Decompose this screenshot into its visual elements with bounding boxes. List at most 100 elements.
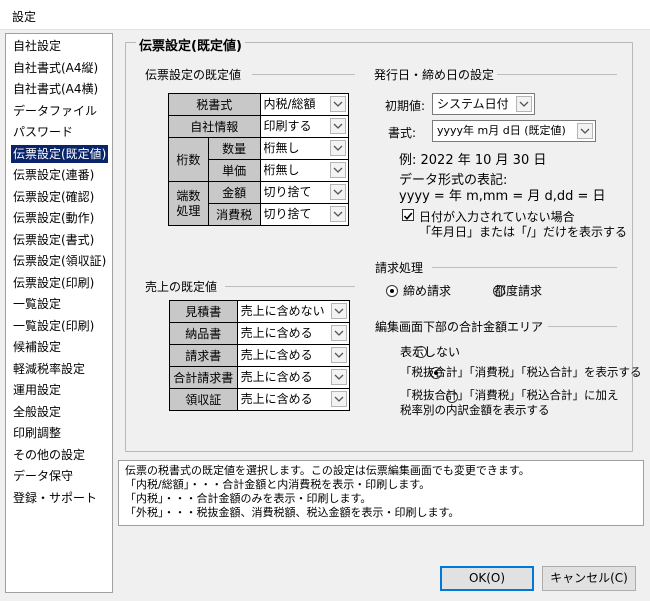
billing-closing-radio[interactable] <box>386 284 398 297</box>
totals-breakdown-label-line2: 税率別の内訳金額を表示する <box>400 403 550 417</box>
totals-area-heading: 編集画面下部の合計金額エリア <box>375 320 544 334</box>
chevron-down-icon[interactable] <box>330 206 346 222</box>
sales-row-value: 売上に含める <box>240 370 313 384</box>
company-info-select[interactable]: 印刷する <box>259 115 349 138</box>
sales-row-label: 納品書 <box>169 322 238 345</box>
sales-row-select[interactable]: 売上に含める <box>236 388 351 411</box>
sidebar-item[interactable]: 伝票設定(動作) <box>11 209 96 227</box>
company-info-label: 自社情報 <box>168 115 261 138</box>
sidebar-item[interactable]: 伝票設定(書式) <box>11 231 96 249</box>
billing-heading: 請求処理 <box>375 261 424 275</box>
unit-price-digits-select[interactable]: 桁無し <box>259 159 349 182</box>
issue-date-heading: 発行日・締め日の設定 <box>374 68 495 82</box>
sidebar-item[interactable]: データファイル <box>11 102 99 120</box>
ok-button[interactable]: OK(O) <box>440 566 534 591</box>
sales-row-select[interactable]: 売上に含める <box>236 322 351 345</box>
sales-row-select[interactable]: 売上に含めない <box>236 300 351 323</box>
sidebar-item[interactable]: その他の設定 <box>11 446 87 464</box>
amount-rounding-select[interactable]: 切り捨て <box>259 181 349 204</box>
sales-defaults-table: 見積書 売上に含めない 納品書 売上に含める 請求書 売上に含める 合計請求書 … <box>169 300 351 411</box>
chevron-down-icon[interactable] <box>331 347 347 363</box>
title-bar: 設定 <box>0 0 650 30</box>
chevron-down-icon[interactable] <box>577 123 593 139</box>
chevron-down-icon[interactable] <box>330 118 346 134</box>
section-divider <box>548 326 617 327</box>
initial-value-select[interactable]: システム日付 <box>432 93 535 115</box>
sidebar-item[interactable]: 全般設定 <box>11 403 63 421</box>
chevron-down-icon[interactable] <box>331 303 347 319</box>
initial-value-label: 初期値: <box>385 99 426 113</box>
sidebar-item[interactable]: データ保守 <box>11 467 75 485</box>
sidebar-item[interactable]: 一覧設定 <box>11 295 63 313</box>
sidebar-item[interactable]: 伝票設定(領収証) <box>11 252 108 270</box>
checkmark-icon <box>403 212 413 221</box>
tax-format-select[interactable]: 内税/総額 <box>259 93 349 116</box>
section-divider <box>497 74 617 75</box>
consumption-tax-rounding-value: 切り捨て <box>263 207 312 221</box>
totals-hide-label: 表示しない <box>400 345 461 359</box>
sidebar-item[interactable]: 自社設定 <box>11 37 63 55</box>
sidebar-item[interactable]: 一覧設定(印刷) <box>11 317 96 335</box>
sidebar-item[interactable]: 運用設定 <box>11 381 63 399</box>
rounding-label-line1: 端数 <box>176 188 201 203</box>
sidebar-item[interactable]: パスワード <box>11 123 75 141</box>
date-example: 例: 2022 年 10 月 30 日 <box>399 153 547 168</box>
sales-row-select[interactable]: 売上に含める <box>236 366 351 389</box>
section-divider <box>252 74 355 75</box>
help-line: 「外税」・・・税抜金額、消費税額、税込金額を表示・印刷します。 <box>125 506 460 519</box>
billing-each-label: 都度請求 <box>494 284 543 298</box>
unit-price-digits-value: 桁無し <box>263 163 300 177</box>
consumption-tax-rounding-select[interactable]: 切り捨て <box>259 203 349 226</box>
voucher-defaults-heading: 伝票設定の既定値 <box>145 68 242 82</box>
chevron-down-icon[interactable] <box>331 391 347 407</box>
chevron-down-icon[interactable] <box>331 369 347 385</box>
cancel-button[interactable]: キャンセル(C) <box>542 566 636 591</box>
blank-date-checkbox[interactable] <box>402 209 414 221</box>
sidebar-item[interactable]: 印刷調整 <box>11 424 63 442</box>
quantity-digits-value: 桁無し <box>263 141 300 155</box>
sidebar-item[interactable]: 伝票設定(連番) <box>11 166 96 184</box>
totals-show-label: 「税抜合計」「消費税」「税込合計」を表示する <box>400 365 642 379</box>
chevron-down-icon[interactable] <box>330 140 346 156</box>
sales-row-value: 売上に含めない <box>240 304 325 318</box>
notation-text: yyyy = 年 m,mm = 月 d,dd = 日 <box>399 189 606 204</box>
help-line: 「内税/総額」・・・合計金額と内消費税を表示・印刷します。 <box>125 478 431 491</box>
sidebar-item-selected[interactable]: 伝票設定(既定値) <box>11 145 109 163</box>
sidebar-item[interactable]: 伝票設定(印刷) <box>11 274 96 292</box>
quantity-digits-select[interactable]: 桁無し <box>259 137 349 160</box>
sales-defaults-heading: 売上の既定値 <box>145 280 218 294</box>
sales-row-label: 合計請求書 <box>169 366 238 389</box>
chevron-down-icon[interactable] <box>331 325 347 341</box>
help-line: 「内税」・・・合計金額のみを表示・印刷します。 <box>125 492 372 505</box>
chevron-down-icon[interactable] <box>330 184 346 200</box>
sidebar-item[interactable]: 伝票設定(確認) <box>11 188 96 206</box>
sidebar-item[interactable]: 自社書式(A4縦) <box>11 59 100 77</box>
sales-row-select[interactable]: 売上に含める <box>236 344 351 367</box>
help-line: 伝票の税書式の既定値を選択します。この設定は伝票編集画面でも変更できます。 <box>125 464 530 477</box>
sales-row-value: 売上に含める <box>240 326 313 340</box>
rounding-label: 端数 処理 <box>168 181 209 226</box>
chevron-down-icon[interactable] <box>330 96 346 112</box>
date-format-select[interactable]: yyyy年 m月 d日 (既定値) <box>432 120 596 142</box>
totals-breakdown-label-line1: 「税抜合計」「消費税」「税込合計」に加え <box>400 388 619 402</box>
settings-sidebar[interactable]: 自社設定 自社書式(A4縦) 自社書式(A4横) データファイル パスワード 伝… <box>5 33 113 593</box>
sidebar-item[interactable]: 軽減税率設定 <box>11 360 87 378</box>
chevron-down-icon[interactable] <box>330 162 346 178</box>
quantity-label: 数量 <box>207 137 261 160</box>
sales-row-value: 売上に含める <box>240 348 313 362</box>
tax-format-value: 内税/総額 <box>263 97 316 111</box>
help-text-panel: 伝票の税書式の既定値を選択します。この設定は伝票編集画面でも変更できます。 「内… <box>118 460 644 526</box>
company-info-value: 印刷する <box>263 119 312 133</box>
sales-row-label: 見積書 <box>169 300 238 323</box>
section-divider <box>432 267 617 268</box>
chevron-down-icon[interactable] <box>516 96 532 112</box>
window-title: 設定 <box>12 10 37 24</box>
sidebar-item[interactable]: 候補設定 <box>11 338 63 356</box>
blank-date-label-line2: 「年月日」または「/」だけを表示する <box>419 225 628 239</box>
sales-row-label: 請求書 <box>169 344 238 367</box>
sales-row-value: 売上に含める <box>240 392 313 406</box>
voucher-defaults-table: 税書式 内税/総額 自社情報 印刷する 桁数 数量 桁無し 単価 桁無し 端数 … <box>168 93 349 226</box>
sales-row-label: 領収証 <box>169 388 238 411</box>
sidebar-item[interactable]: 自社書式(A4横) <box>11 80 100 98</box>
sidebar-item[interactable]: 登録・サポート <box>11 489 99 507</box>
